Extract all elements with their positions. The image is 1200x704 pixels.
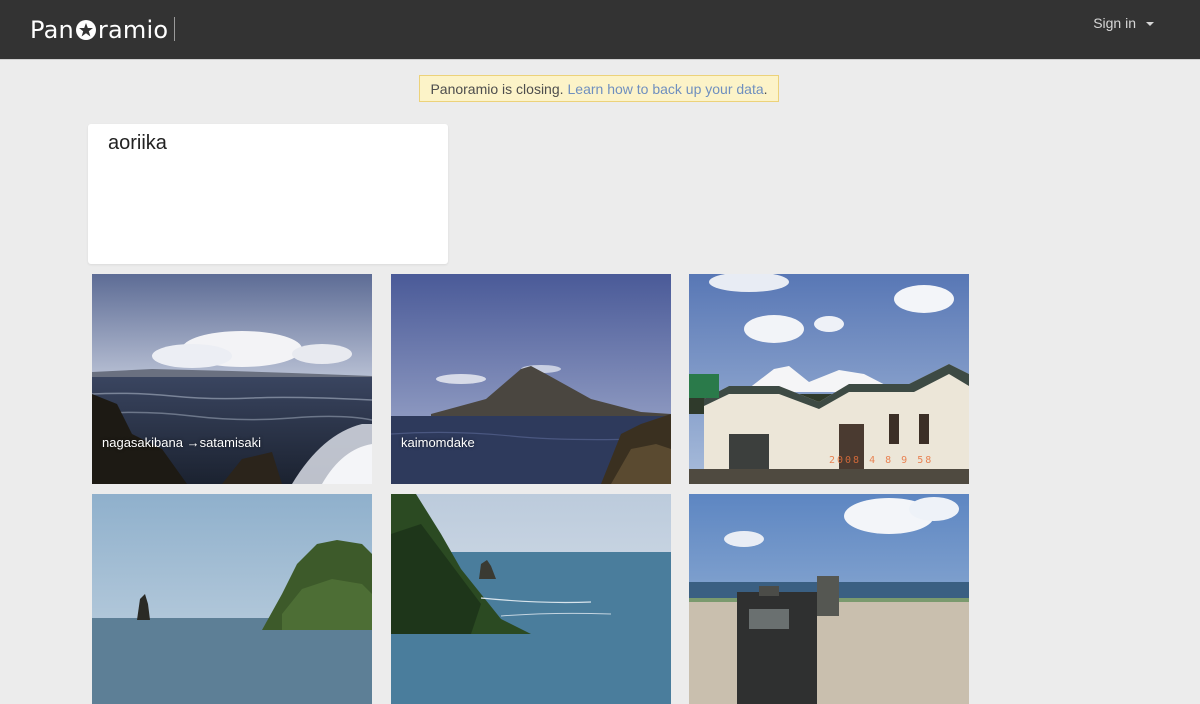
photo-image [391,494,671,704]
star-icon [75,20,96,40]
logo-divider [174,17,175,41]
photo-tile[interactable]: nagasakibana →satamisaki [92,274,372,484]
sign-in-button[interactable]: Sign in [1093,15,1154,31]
user-profile-card: aoriika [88,124,448,264]
notice-text: Panoramio is closing. [430,80,564,97]
photo-caption: nagasakibana →satamisaki [102,435,261,450]
photo-image [391,274,671,484]
caret-down-icon [1146,22,1154,26]
photo-tile[interactable]: kaimomdake [391,274,671,484]
sign-in-label: Sign in [1093,15,1136,31]
photo-image [689,494,969,704]
panoramio-logo[interactable]: Pan ramio [30,14,168,46]
backup-data-link[interactable]: Learn how to back up your data [568,81,764,97]
logo-text-prefix: Pan [30,16,74,44]
photo-image [92,494,372,704]
photo-tile[interactable] [92,494,372,704]
profile-username: aoriika [108,132,167,154]
photo-date-stamp: 2008 4 8 9 58 [829,455,934,466]
photo-image [689,274,969,484]
logo-text-suffix: ramio [97,16,169,44]
photo-caption: kaimomdake [401,435,475,450]
photo-tile[interactable] [689,494,969,704]
closing-notice-banner: Panoramio is closing. Learn how to back … [419,75,779,102]
top-navigation-bar: Pan ramio Sign in [0,0,1200,60]
photo-tile[interactable] [391,494,671,704]
photo-tile[interactable]: 2008 4 8 9 58 [689,274,969,484]
photo-image [92,274,372,484]
notice-suffix: . [763,80,768,97]
